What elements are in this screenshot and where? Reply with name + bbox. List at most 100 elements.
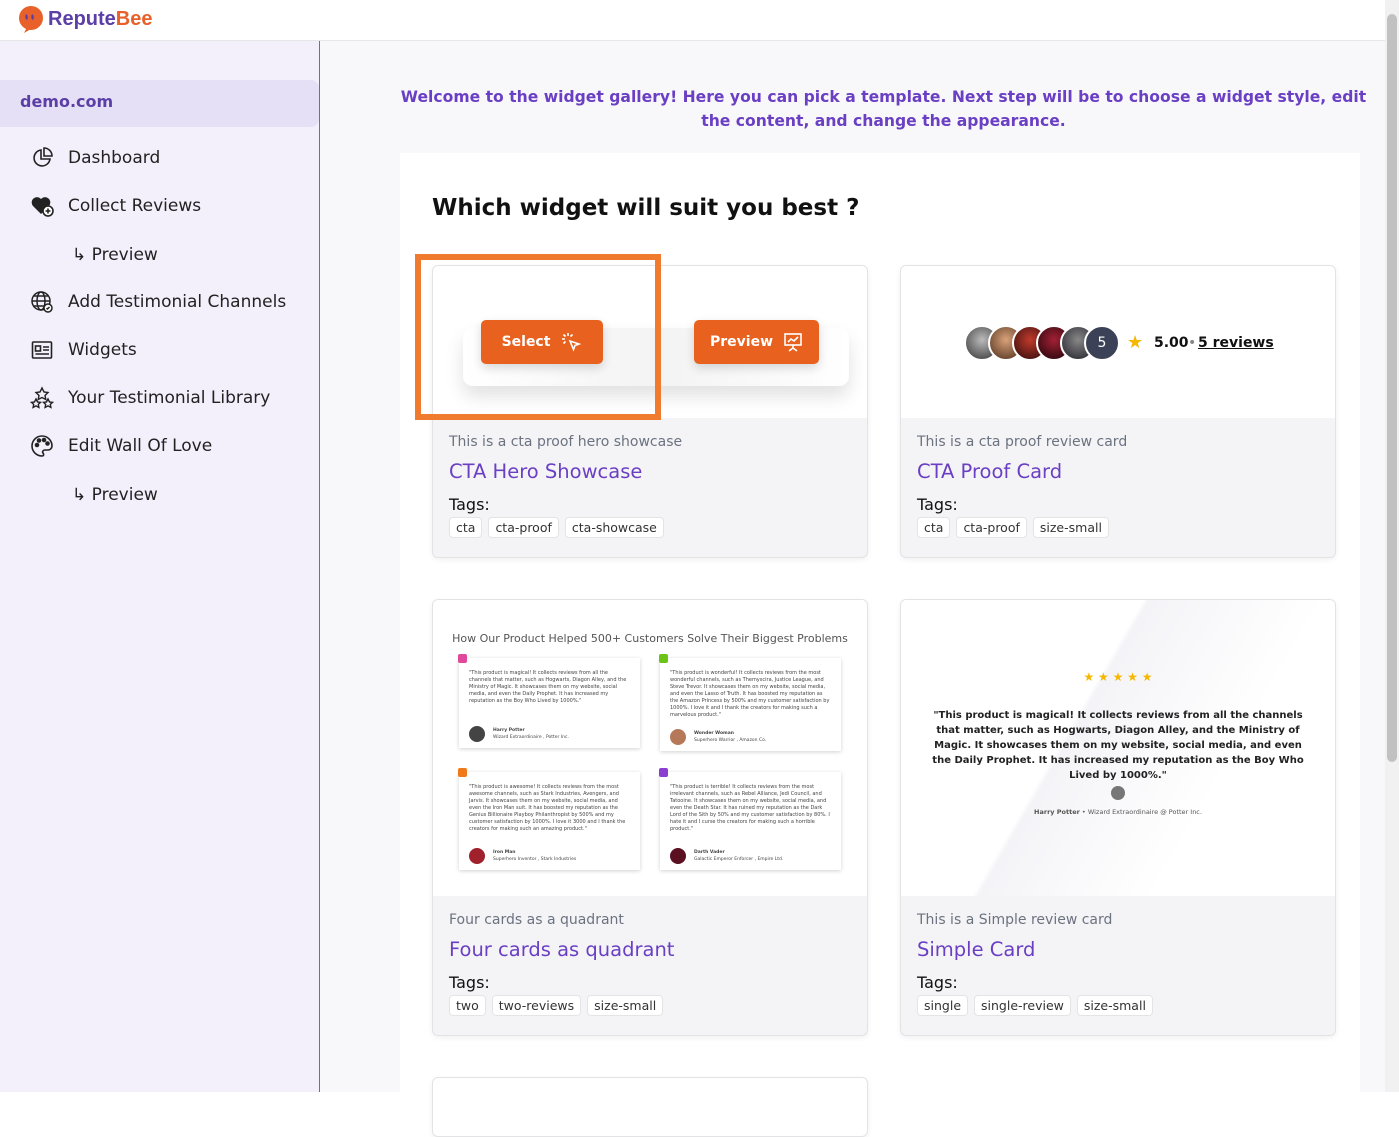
- reviewer-role: Wizard Extraordinaire @ Potter Inc.: [1087, 808, 1202, 816]
- tag: two: [449, 995, 486, 1016]
- mini-review-card: "This product is wonderful! It collects …: [659, 654, 841, 751]
- sidebar: demo.com Dashboard Collect Reviews ↳ Pre…: [0, 41, 320, 1092]
- reviewer-name: Darth Vader: [694, 850, 725, 855]
- tag: single: [917, 995, 969, 1016]
- scrollbar[interactable]: [1385, 0, 1399, 1092]
- tag: single-review: [974, 995, 1071, 1016]
- preview-button-label: Preview: [709, 334, 773, 350]
- star-rating-icon: ★ ★ ★ ★ ★: [1083, 670, 1153, 684]
- quadrant-heading: How Our Product Helped 500+ Customers So…: [452, 632, 848, 645]
- scrollbar-thumb[interactable]: [1387, 14, 1397, 762]
- sidebar-item-collect-reviews[interactable]: Collect Reviews: [30, 194, 201, 218]
- avatar: [469, 848, 485, 864]
- sidebar-item-collect-preview[interactable]: ↳ Preview: [72, 245, 158, 265]
- preview-button[interactable]: Preview: [694, 320, 819, 364]
- page-title: Which widget will suit you best ?: [432, 195, 860, 221]
- widget-card-four-quadrant[interactable]: How Our Product Helped 500+ Customers So…: [432, 599, 868, 1036]
- logo-icon: [19, 6, 43, 33]
- tag: cta: [917, 517, 951, 538]
- sidebar-item-edit-wall-of-love[interactable]: Edit Wall Of Love: [30, 434, 212, 458]
- star-icon: ★: [1127, 332, 1144, 353]
- card-description: This is a Simple review card: [917, 912, 1113, 928]
- widget-card-icon: [30, 338, 54, 362]
- tag: size-small: [1032, 517, 1109, 538]
- sidebar-item-testimonial-library[interactable]: Your Testimonial Library: [30, 386, 270, 410]
- tags-label: Tags:: [449, 973, 490, 992]
- tag: cta: [449, 517, 483, 538]
- tag: size-small: [1076, 995, 1153, 1016]
- sidebar-item-dashboard[interactable]: Dashboard: [30, 146, 160, 170]
- mini-review-text: "This product is terrible! It collects r…: [670, 784, 830, 832]
- widget-thumbnail: Select Preview: [433, 266, 867, 418]
- widget-thumbnail: How Our Product Helped 500+ Customers So…: [433, 600, 867, 896]
- sidebar-item-label: Add Testimonial Channels: [68, 292, 287, 312]
- mini-review-card: "This product is magical! It collects re…: [458, 654, 640, 748]
- card-description: Four cards as a quadrant: [449, 912, 624, 928]
- tag-list: cta cta-proof size-small: [917, 517, 1319, 538]
- sidebar-item-label: Edit Wall Of Love: [68, 436, 213, 456]
- sidebar-item-add-testimonial-channels[interactable]: Add Testimonial Channels: [30, 290, 286, 314]
- reviews-link[interactable]: 5 reviews: [1198, 335, 1274, 351]
- tags-label: Tags:: [917, 495, 958, 514]
- rating-separator: •: [1188, 335, 1197, 351]
- sidebar-item-label: Widgets: [68, 340, 137, 360]
- tag-list: two two-reviews size-small: [449, 995, 851, 1016]
- rating-value: 5.00: [1154, 335, 1189, 351]
- card-description: This is a cta proof hero showcase: [449, 434, 683, 450]
- card-title[interactable]: Four cards as quadrant: [449, 938, 851, 961]
- quote-mark-icon: [659, 768, 668, 777]
- reviewer-name: Harry Potter: [493, 728, 525, 733]
- select-button-label: Select: [501, 334, 551, 350]
- widget-card-cta-proof[interactable]: 5 ★ 5.00 • 5 reviews This is a cta proof…: [900, 265, 1336, 558]
- top-bar: ReputeBee: [0, 0, 1385, 41]
- mini-review-text: "This product is awesome! It collects re…: [469, 784, 626, 832]
- widget-thumbnail: 5 ★ 5.00 • 5 reviews: [901, 266, 1335, 418]
- widget-card-cta-hero[interactable]: Select Preview This is a cta proof hero …: [432, 265, 868, 558]
- globe-icon: [30, 290, 54, 314]
- quote-mark-icon: [458, 654, 467, 663]
- card-title[interactable]: Simple Card: [917, 938, 1319, 961]
- avatar: [1111, 786, 1125, 800]
- widget-thumbnail: ★ ★ ★ ★ ★ "This product is magical! It c…: [901, 600, 1335, 896]
- tag: cta-proof: [956, 517, 1027, 538]
- widget-card-simple[interactable]: ★ ★ ★ ★ ★ "This product is magical! It c…: [900, 599, 1336, 1036]
- palette-icon: [30, 434, 54, 458]
- sidebar-item-label: Your Testimonial Library: [68, 388, 271, 408]
- tag: cta-showcase: [564, 517, 664, 538]
- sidebar-item-wall-preview[interactable]: ↳ Preview: [72, 485, 158, 505]
- welcome-message: Welcome to the widget gallery! Here you …: [400, 88, 1367, 130]
- select-button[interactable]: Select: [481, 320, 603, 364]
- reviewer-role: Galactic Emperor Enforcer , Empire Ltd.: [694, 857, 784, 862]
- reviewer-role: Wizard Extraordinaire , Potter Inc.: [493, 735, 569, 740]
- site-selector[interactable]: demo.com: [0, 80, 319, 127]
- presentation-icon: [784, 333, 802, 352]
- mini-reviewer: Harry Potter Wizard Extraordinaire , Pott…: [469, 726, 569, 742]
- mini-review-text: "This product is wonderful! It collects …: [670, 670, 830, 718]
- main-content: Welcome to the widget gallery! Here you …: [320, 41, 1385, 1137]
- logo[interactable]: ReputeBee: [18, 5, 153, 33]
- stars-cluster-icon: [30, 386, 54, 410]
- mini-review-card: "This product is awesome! It collects re…: [458, 768, 640, 870]
- tag-list: cta cta-proof cta-showcase: [449, 517, 851, 538]
- card-title[interactable]: CTA Proof Card: [917, 460, 1319, 483]
- card-title[interactable]: CTA Hero Showcase: [449, 460, 851, 483]
- widget-gallery-panel: Which widget will suit you best ? Select…: [400, 153, 1360, 1137]
- mini-reviewer: Darth Vader Galactic Emperor Enforcer , E…: [670, 848, 783, 864]
- pie-chart-icon: [30, 146, 54, 170]
- sidebar-item-widgets[interactable]: Widgets: [30, 338, 137, 362]
- mini-reviewer: Iron Man Superhero Inventor , Stark Indus…: [469, 848, 576, 864]
- quote-mark-icon: [458, 768, 467, 777]
- sidebar-item-label: Dashboard: [68, 148, 161, 168]
- review-quote: "This product is magical! It collects re…: [932, 710, 1304, 781]
- review-count-badge: 5: [1084, 325, 1120, 361]
- heart-plus-icon: [30, 194, 54, 218]
- mini-reviewer: Wonder Woman Superhero Warrior , Amazon C…: [670, 729, 766, 745]
- widget-card-next[interactable]: [432, 1077, 868, 1137]
- tag: cta-proof: [488, 517, 559, 538]
- reviewer-name: Wonder Woman: [694, 731, 734, 736]
- tag-list: single single-review size-small: [917, 995, 1319, 1016]
- quote-mark-icon: [659, 654, 668, 663]
- reviewer-name: Iron Man: [493, 850, 516, 855]
- tags-label: Tags:: [917, 973, 958, 992]
- avatar: [670, 729, 686, 745]
